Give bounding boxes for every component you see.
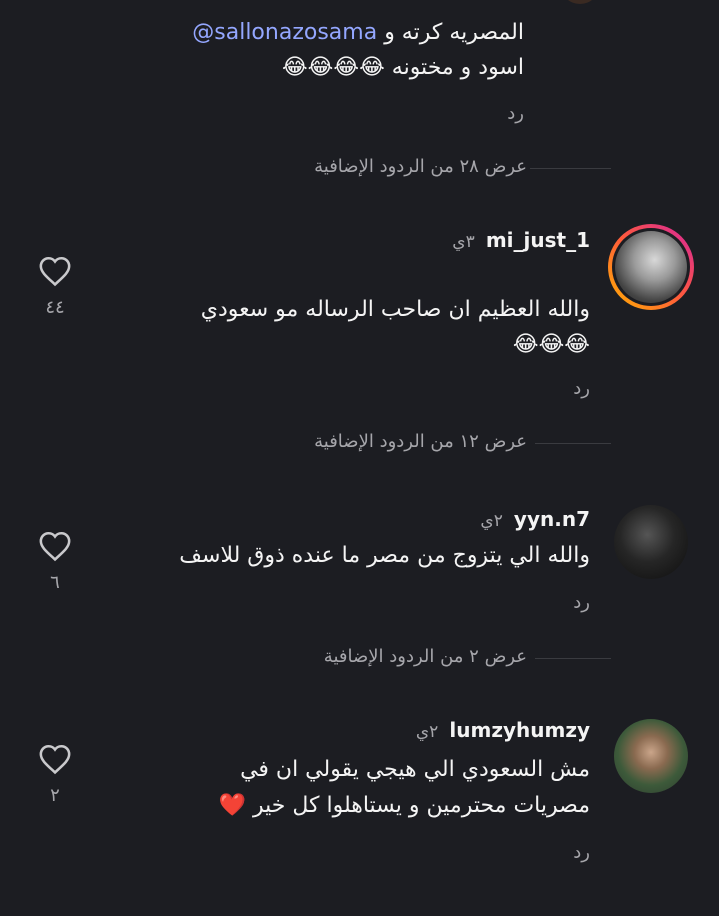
comment1-like-heart-icon[interactable] (38, 255, 72, 287)
comment2-view-more-replies[interactable]: عرض ٢ من الردود الإضافية (324, 646, 527, 667)
comment1-like-count: ٤٤ (45, 297, 65, 318)
comment3-header: lumzyhumzy ٢ي (416, 718, 590, 742)
comment1-view-more-replies[interactable]: عرض ١٢ من الردود الإضافية (314, 431, 527, 452)
comment1-reply-button[interactable]: رد (573, 378, 590, 399)
comment1-line1: والله العظيم ان صاحب الرساله مو سعودي (200, 297, 590, 322)
comment3-like-heart-icon[interactable] (38, 743, 72, 775)
divider (535, 443, 611, 444)
comment0-reply-button[interactable]: رد (507, 103, 524, 124)
comment0-line1: المصريه كرته و sallonazosama@ (192, 20, 524, 45)
avatar-mi-just-1[interactable] (608, 224, 694, 310)
comment1-header: mi_just_1 ٣ي (452, 228, 590, 252)
avatar-yyn-n7[interactable] (614, 505, 688, 579)
comment3-line2: مصريات محترمين و يستاهلوا كل خير ❤️ (218, 793, 590, 818)
comment3-reply-button[interactable]: رد (573, 842, 590, 863)
comment2-username[interactable]: yyn.n7 (514, 507, 590, 531)
avatar-lumzyhumzy[interactable] (614, 719, 688, 793)
comment2-reply-button[interactable]: رد (573, 592, 590, 613)
comment3-username[interactable]: lumzyhumzy (449, 718, 590, 742)
divider (535, 658, 611, 659)
comment2-line1: والله الي يتزوج من مصر ما عنده ذوق للاسف (179, 543, 590, 568)
top-partial-avatar (560, 0, 600, 4)
mention-link[interactable]: sallonazosama@ (192, 20, 377, 45)
comment0-view-more-replies[interactable]: عرض ٢٨ من الردود الإضافية (314, 156, 527, 177)
comment3-line1: مش السعودي الي هيجي يقولي ان في (240, 757, 590, 782)
comment3-like-count: ٢ (50, 785, 60, 806)
comment2-time: ٢ي (480, 511, 503, 531)
comment1-line2: 😂😂😂 (512, 332, 590, 357)
comment3-time: ٢ي (415, 722, 439, 742)
comment2-like-heart-icon[interactable] (38, 530, 72, 562)
comment1-time: ٣ي (452, 232, 475, 252)
comment0-line2: اسود و مختونه 😂😂😂😂 (281, 55, 524, 80)
comment1-username[interactable]: mi_just_1 (486, 228, 590, 252)
divider (530, 168, 611, 169)
comment2-like-count: ٦ (50, 572, 60, 593)
comment0-line1-text: المصريه كرته و (384, 20, 524, 45)
comment2-header: yyn.n7 ٢ي (480, 507, 590, 531)
